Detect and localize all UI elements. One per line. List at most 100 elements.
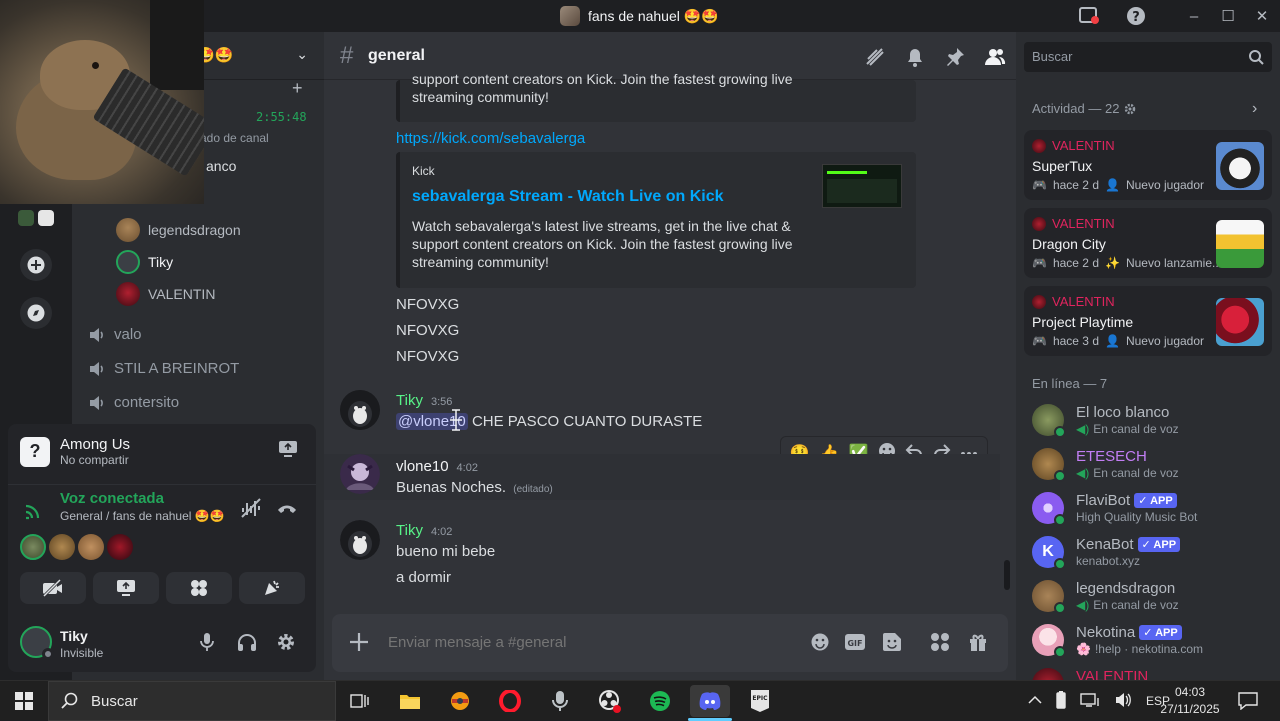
threads-icon[interactable] — [864, 46, 886, 68]
gear-icon[interactable] — [276, 632, 296, 657]
chevron-down-icon[interactable]: ⌄ — [296, 46, 308, 63]
activity-user-name: VALENTIN — [1052, 216, 1115, 231]
member-name: KenaBot ✓ APP — [1076, 536, 1181, 553]
microphone-icon[interactable] — [200, 632, 214, 657]
link-embed: support content creators on Kick. Join t… — [396, 71, 916, 122]
clock[interactable]: 04:03 27/11/2025 — [1154, 684, 1226, 718]
app-badge: ✓ APP — [1139, 625, 1182, 640]
voice-user[interactable]: VALENTIN — [116, 282, 215, 306]
avatar[interactable] — [340, 390, 380, 430]
sticker-icon[interactable] — [882, 632, 902, 657]
maximize-button[interactable]: ☐ — [1216, 4, 1240, 28]
activity-tag: Nuevo jugador — [1125, 334, 1205, 348]
speaker-icon — [90, 327, 103, 342]
chevron-right-icon[interactable]: › — [1252, 100, 1257, 118]
sticker-face-icon[interactable] — [810, 632, 830, 657]
bell-icon[interactable] — [904, 46, 926, 68]
author-name[interactable]: Tiky — [396, 392, 423, 409]
avatar[interactable] — [340, 520, 380, 560]
webcam-monitor — [150, 0, 204, 90]
voice-connected-title[interactable]: Voz conectada — [60, 490, 164, 507]
message-link[interactable]: https://kick.com/sebavalerga — [396, 130, 585, 147]
author-name[interactable]: vlone10 — [396, 458, 449, 475]
microphone-app-icon[interactable] — [540, 685, 580, 717]
volume-icon[interactable] — [1114, 692, 1132, 711]
member-item[interactable]: Nekotina ✓ APP 🌸 !help · nekotina.com — [1032, 622, 1272, 664]
opera-icon[interactable] — [490, 685, 530, 717]
close-button[interactable]: ✕ — [1250, 4, 1274, 28]
headphones-icon[interactable] — [236, 632, 258, 657]
file-explorer-icon[interactable] — [390, 685, 430, 717]
member-sub: kenabot.xyz — [1076, 554, 1141, 568]
spotify-icon[interactable] — [640, 685, 680, 717]
noise-suppression-icon[interactable] — [240, 498, 262, 523]
message-text: Buenas Noches. — [396, 479, 507, 496]
pin-icon[interactable] — [944, 46, 966, 68]
activity-card[interactable]: VALENTIN Dragon City 🎮 hace 2 d ✨ Nuevo la… — [1024, 208, 1272, 278]
task-view-icon[interactable] — [340, 685, 380, 717]
chevron-up-icon[interactable] — [1028, 694, 1042, 708]
member-name: El loco blanco — [1076, 404, 1170, 421]
epic-games-icon[interactable]: EPIC — [740, 685, 780, 717]
activity-card[interactable]: VALENTIN SuperTux 🎮 hace 2 d 👤 Nuevo jugad… — [1024, 130, 1272, 200]
windows-start-icon[interactable] — [4, 685, 44, 717]
disconnect-icon[interactable] — [276, 500, 298, 521]
member-item[interactable]: K KenaBot ✓ APP kenabot.xyz — [1032, 534, 1272, 576]
gif-icon[interactable]: GIF — [844, 632, 866, 657]
camera-toggle-button[interactable] — [20, 572, 86, 604]
embed-title[interactable]: sebavalerga Stream - Watch Live on Kick — [412, 188, 724, 206]
discover-button[interactable] — [20, 297, 52, 329]
discord-taskbar-icon[interactable] — [690, 685, 730, 717]
app-icon[interactable] — [440, 685, 480, 717]
help-icon[interactable]: ? — [1124, 4, 1148, 28]
battery-icon[interactable] — [1056, 690, 1066, 712]
member-item[interactable]: FlaviBot ✓ APP High Quality Music Bot — [1032, 490, 1272, 532]
obs-icon[interactable] — [590, 685, 630, 717]
server-icon[interactable] — [38, 210, 54, 226]
activity-card[interactable]: VALENTIN Project Playtime 🎮 hace 3 d 👤 Nue… — [1024, 286, 1272, 356]
author-name[interactable]: Tiky — [396, 522, 423, 539]
voice-user[interactable]: Tiky — [116, 250, 173, 274]
apps-icon[interactable] — [930, 632, 950, 657]
taskbar-search[interactable]: Buscar — [48, 681, 336, 721]
soundboard-button[interactable] — [239, 572, 305, 604]
user-name[interactable]: Tiky — [60, 628, 88, 644]
search-box[interactable]: Buscar — [1024, 42, 1272, 72]
member-name: Nekotina ✓ APP — [1076, 624, 1182, 641]
notifications-icon[interactable] — [1228, 685, 1268, 717]
embed-thumbnail[interactable] — [822, 164, 902, 208]
share-screen-button[interactable] — [93, 572, 159, 604]
voice-location[interactable]: General / fans de nahuel 🤩🤩 — [60, 509, 225, 523]
embed-description: streaming community! — [412, 89, 549, 105]
server-icon[interactable] — [18, 210, 34, 226]
message-input[interactable] — [388, 630, 768, 654]
network-icon[interactable] — [1080, 692, 1100, 711]
gear-icon[interactable] — [1124, 103, 1136, 115]
avatar — [1032, 138, 1046, 153]
avatar[interactable] — [340, 454, 380, 494]
screen-share-icon[interactable] — [278, 440, 298, 463]
add-server-button[interactable] — [20, 249, 52, 281]
member-item[interactable]: VALENTIN — [1032, 666, 1272, 680]
add-channel-icon[interactable]: + — [292, 78, 303, 99]
gift-icon[interactable] — [968, 632, 988, 657]
server-folder[interactable] — [18, 210, 56, 236]
voice-channel-contersito[interactable]: contersito — [88, 394, 179, 411]
member-item[interactable]: ETESECH ◀) En canal de voz — [1032, 446, 1272, 488]
activities-button[interactable] — [166, 572, 232, 604]
member-list-icon[interactable] — [984, 46, 1006, 68]
message-text: NFOVXG — [396, 296, 460, 313]
voice-channel-stil[interactable]: STIL A BREINROT — [88, 360, 239, 377]
voice-channel-valo[interactable]: valo — [88, 326, 142, 343]
member-item[interactable]: legendsdragon ◀) En canal de voz — [1032, 578, 1272, 620]
member-item[interactable]: El loco blanco ◀) En canal de voz — [1032, 402, 1272, 444]
scrollbar-thumb[interactable] — [1004, 560, 1010, 590]
game-activity: ? Among Us No compartir — [20, 436, 130, 467]
voice-user[interactable]: legendsdragon — [116, 218, 241, 242]
embed-description: streaming community! — [412, 254, 549, 270]
attach-plus-icon[interactable] — [348, 631, 370, 658]
member-name: ETESECH — [1076, 448, 1147, 465]
member-name: legendsdragon — [1076, 580, 1176, 597]
minimize-button[interactable]: – — [1182, 4, 1206, 28]
inbox-icon[interactable] — [1077, 4, 1101, 28]
